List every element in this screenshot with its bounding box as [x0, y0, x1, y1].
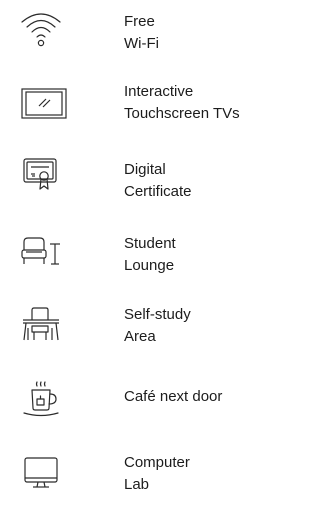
feature-label-line1: Computer	[124, 454, 190, 471]
feature-label-line2: Lounge	[124, 257, 175, 274]
feature-label-line2: Wi-Fi	[124, 35, 159, 52]
feature-label: Café next door	[124, 386, 222, 408]
feature-label: Student Lounge	[124, 233, 176, 277]
desk-icon	[18, 306, 64, 346]
feature-label-line1: Self-study	[124, 306, 191, 323]
feature-label-line1: Café next door	[124, 388, 223, 405]
feature-label-line2: Lab	[124, 476, 150, 493]
feature-label-line1: Free	[124, 13, 155, 30]
coffee-cup-icon	[18, 380, 64, 420]
feature-label: Interactive Touchscreen TVs	[124, 81, 240, 125]
tv-icon	[20, 84, 70, 124]
feature-label-line1: Interactive	[124, 83, 194, 100]
feature-label: Digital Certificate	[124, 159, 192, 203]
feature-label: Self-study Area	[124, 304, 191, 348]
feature-label: Free Wi-Fi	[124, 11, 159, 55]
feature-label: Computer Lab	[124, 452, 190, 496]
feature-label-line2: Area	[124, 328, 156, 345]
lounge-chair-icon	[18, 234, 64, 274]
computer-monitor-icon	[18, 455, 64, 495]
feature-label-line1: Digital	[124, 161, 166, 178]
feature-label-line1: Student	[124, 235, 176, 252]
wifi-icon	[18, 10, 64, 50]
certificate-icon	[18, 156, 64, 196]
feature-label-line2: Certificate	[124, 183, 192, 200]
feature-label-line2: Touchscreen TVs	[124, 105, 240, 122]
